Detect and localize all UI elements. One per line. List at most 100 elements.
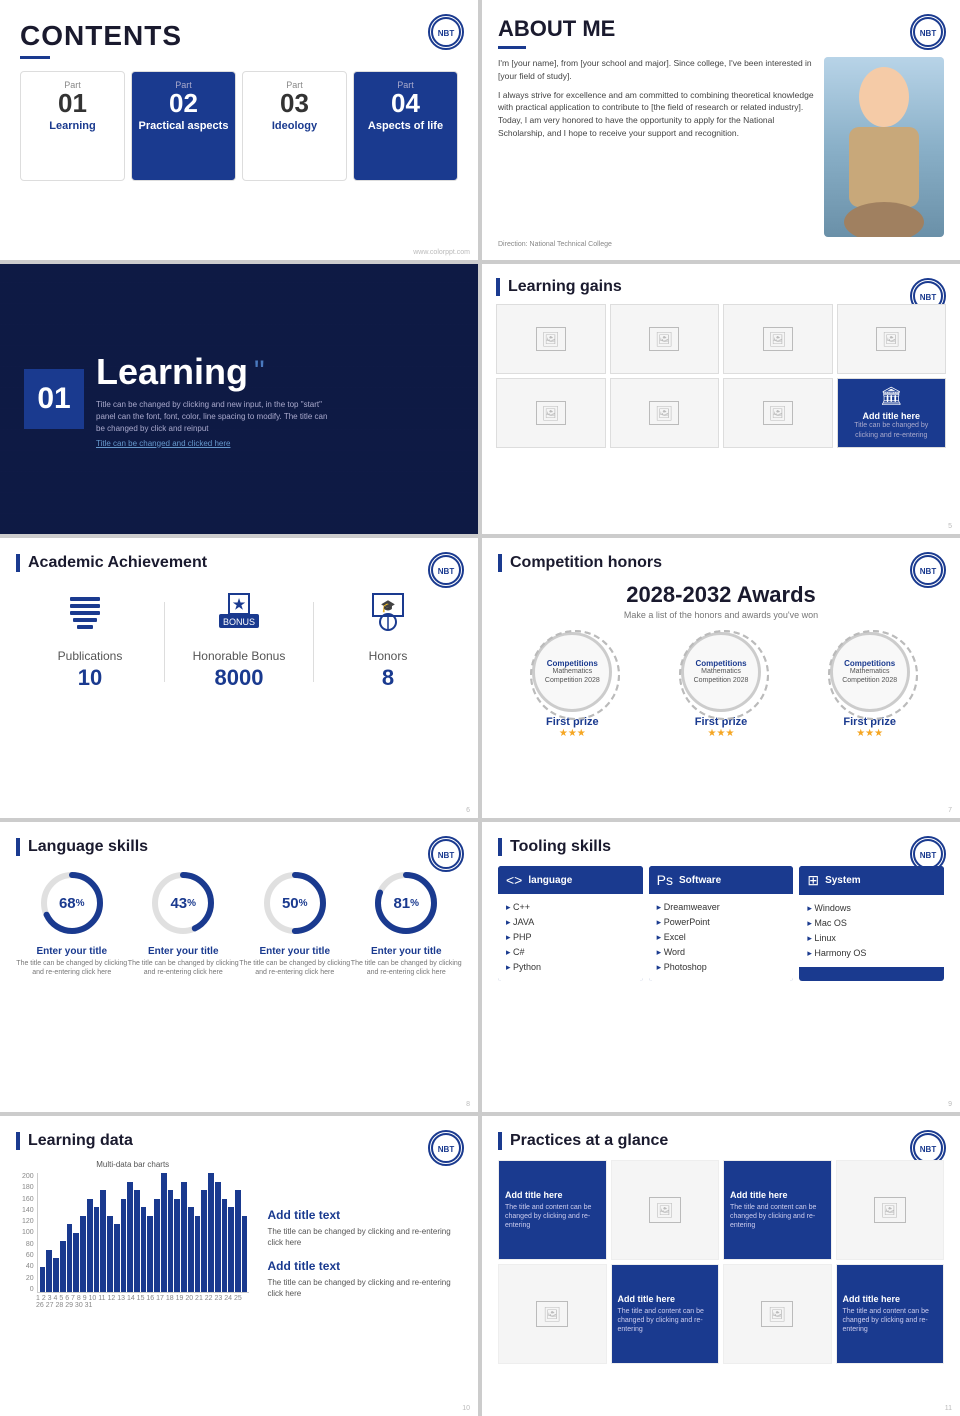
featured-title: Add title here: [862, 411, 920, 421]
img-icon: 🖼: [536, 327, 566, 351]
img-icon: 🖼: [876, 327, 906, 351]
learning-link[interactable]: Title can be changed and clicked here: [96, 439, 336, 448]
bar-4: [67, 1224, 73, 1292]
gains-featured-cell[interactable]: 🏛 Add title here Title can be changed by…: [837, 378, 947, 448]
part-03[interactable]: Part 03 Ideology: [242, 71, 347, 181]
svg-text:🎓: 🎓: [381, 599, 396, 613]
prac-blue-5[interactable]: Add title here The title and content can…: [611, 1264, 720, 1364]
slide-num-5: 6: [466, 807, 470, 814]
stat-bonus: ★ BONUS Honorable Bonus 8000: [165, 592, 313, 691]
honors-icon: 🎓: [314, 592, 462, 641]
lang-skill-3: 81% Enter your title The title can be ch…: [351, 868, 463, 977]
part-04[interactable]: Part 04 Aspects of life: [353, 71, 458, 181]
lang-circles: 68% Enter your title The title can be ch…: [16, 868, 462, 977]
slide-num-7: 8: [466, 1101, 470, 1108]
prac-blue-0[interactable]: Add title here The title and content can…: [498, 1160, 607, 1260]
logo-badge-data: NBT: [428, 1130, 464, 1166]
tool-item: Word: [657, 945, 786, 960]
quote-icon: ": [254, 355, 265, 389]
bar-14: [134, 1190, 140, 1292]
bar-16: [147, 1216, 153, 1293]
about-title: ABOUT ME: [498, 16, 944, 42]
svg-text:NBT: NBT: [920, 851, 937, 860]
prac-blue-7[interactable]: Add title here The title and content can…: [836, 1264, 945, 1364]
bar-11: [114, 1224, 120, 1292]
slide-number: www.colorppt.com: [413, 249, 470, 256]
parts-row: Part 01 Learning Part 02 Practical aspec…: [20, 71, 458, 181]
svg-text:★: ★: [233, 596, 246, 612]
practices-grid: Add title here The title and content can…: [498, 1160, 944, 1364]
tool-icon-1: Ps: [657, 872, 673, 888]
tool-item: PowerPoint: [657, 915, 786, 930]
academic-stats: Publications 10 ★ BONUS Honorable Bonus …: [16, 592, 462, 691]
section-bar: [498, 838, 502, 856]
award-2: Competitions Mathematics Competition 202…: [647, 632, 796, 739]
comp-awards: Competitions Mathematics Competition 202…: [498, 632, 944, 739]
svg-text:NBT: NBT: [920, 293, 937, 302]
stars-1: ★★★: [502, 728, 643, 739]
award-wreath-2: Competitions Mathematics Competition 202…: [681, 632, 761, 712]
bar-17: [154, 1199, 160, 1293]
about-content: I'm [your name], from [your school and m…: [498, 57, 944, 237]
tool-item: Photoshop: [657, 960, 786, 975]
prac-img-6: 🖼: [723, 1264, 832, 1364]
lang-name-1: Enter your title: [128, 946, 240, 957]
lang-name-0: Enter your title: [16, 946, 128, 957]
svg-text:NBT: NBT: [438, 851, 455, 860]
learning-num: 01: [37, 382, 70, 416]
award-3: Competitions Mathematics Competition 202…: [795, 632, 944, 739]
about-footer: Direction: National Technical College: [498, 241, 944, 248]
tool-col-2: ⊞ System WindowsMac OSLinuxHarmony OS: [799, 866, 944, 981]
section-bar: [16, 554, 20, 572]
part-02[interactable]: Part 02 Practical aspects: [131, 71, 236, 181]
prac-blue-2[interactable]: Add title here The title and content can…: [723, 1160, 832, 1260]
bonus-value: 8000: [165, 665, 313, 691]
part-01[interactable]: Part 01 Learning: [20, 71, 125, 181]
bar-18: [161, 1173, 167, 1292]
data-header: Learning data: [16, 1132, 462, 1150]
data-title: Learning data: [28, 1132, 133, 1150]
stars-2: ★★★: [651, 728, 792, 739]
bar-29: [235, 1190, 241, 1292]
tool-list-0: C++JAVAPHPC#Python: [506, 900, 635, 975]
bar-27: [222, 1199, 228, 1293]
award-comp-name-3: Mathematics Competition 2028: [833, 668, 907, 685]
gains-cell-3: 🖼: [723, 304, 833, 374]
tool-list-2: WindowsMac OSLinuxHarmony OS: [807, 901, 936, 961]
about-para-1: I'm [your name], from [your school and m…: [498, 57, 814, 83]
award-wreath-3: Competitions Mathematics Competition 202…: [830, 632, 910, 712]
award-comp-name-2: Mathematics Competition 2028: [684, 668, 758, 685]
bar-chart: [37, 1173, 250, 1293]
tool-col-label-0: language: [528, 875, 572, 886]
page-title: CONTENTS: [20, 20, 458, 52]
bar-8: [94, 1207, 100, 1292]
logo-badge-academic: NBT: [428, 552, 464, 588]
section-bar: [16, 838, 20, 856]
bar-22: [188, 1207, 194, 1292]
bar-13: [127, 1182, 133, 1293]
tool-col-label-1: Software: [679, 875, 721, 886]
prac-img-3: 🖼: [836, 1160, 945, 1260]
circle-wrap-0: 68%: [37, 868, 107, 938]
tool-item: C#: [506, 945, 635, 960]
chart-text-area: Add title text The title can be changed …: [259, 1208, 462, 1309]
stars-3: ★★★: [799, 728, 940, 739]
tool-header: Tooling skills: [498, 838, 944, 856]
slide-learning-data: NBT Learning data Multi-data bar charts …: [0, 1116, 478, 1416]
circle-wrap-2: 50%: [260, 868, 330, 938]
bar-19: [168, 1190, 174, 1292]
prac-img-icon-6: 🖼: [761, 1301, 793, 1327]
slide-tooling: NBT Tooling skills <> language C++JAVAPH…: [482, 822, 960, 1112]
comp-year: 2028-2032 Awards: [498, 582, 944, 608]
award-comp-label-2: Competitions: [695, 659, 746, 668]
award-comp-label-1: Competitions: [547, 659, 598, 668]
slide-practices: NBT Practices at a glance Add title here…: [482, 1116, 960, 1416]
slide-num-10: 11: [945, 1405, 952, 1412]
bar-6: [80, 1216, 86, 1293]
about-underline: [498, 46, 526, 49]
publications-icon: [16, 592, 164, 641]
slide-num-8: 9: [948, 1101, 952, 1108]
publications-label: Publications: [16, 649, 164, 663]
bar-10: [107, 1216, 113, 1293]
tool-item: Excel: [657, 930, 786, 945]
